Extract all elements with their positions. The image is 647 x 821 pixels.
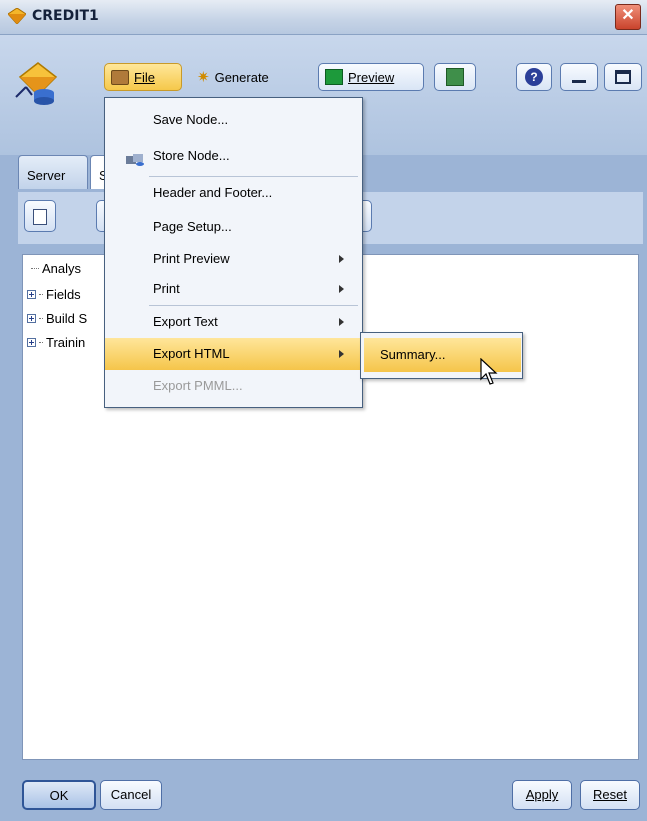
maximize-icon xyxy=(615,70,631,84)
window-title: CREDIT1 xyxy=(32,8,99,24)
menu-item-label: Export PMML... xyxy=(153,378,243,393)
minimize-button[interactable] xyxy=(560,63,598,91)
tree-connector xyxy=(39,294,43,295)
menu-item-label: Header and Footer... xyxy=(153,185,273,200)
ok-button[interactable]: OK xyxy=(22,780,96,810)
menu-item-label: Page Setup... xyxy=(153,219,232,234)
tree-connector xyxy=(39,318,43,319)
menu-item-export-text[interactable]: Export Text xyxy=(105,306,362,338)
tab-server-label: Server xyxy=(27,168,66,183)
generate-menu-button[interactable]: ✷ Generate xyxy=(190,63,298,91)
model-node-icon xyxy=(15,62,58,105)
button-bar: OK Cancel Apply Reset xyxy=(0,770,647,821)
apply-button[interactable]: Apply xyxy=(512,780,572,810)
cancel-label: Cancel xyxy=(110,787,152,802)
tree-item-label: Build S xyxy=(46,311,88,326)
menu-item-store-node[interactable]: Store Node... xyxy=(105,140,362,172)
app-diamond-icon xyxy=(8,8,26,24)
close-icon: ✕ xyxy=(621,7,635,24)
menu-item-label: Save Node... xyxy=(153,112,229,127)
tree-item-label: Fields xyxy=(46,287,81,302)
maximize-button[interactable] xyxy=(604,63,642,91)
annotations-button[interactable] xyxy=(434,63,476,91)
submenu-arrow-icon xyxy=(339,350,344,358)
menu-item-label: Export HTML xyxy=(153,346,230,361)
annotations-icon xyxy=(446,68,464,86)
menu-item-label: Store Node... xyxy=(153,148,230,163)
reset-button[interactable]: Reset xyxy=(580,780,640,810)
menu-item-label: Summary... xyxy=(380,347,446,362)
menu-item-page-setup[interactable]: Page Setup... xyxy=(105,211,362,243)
title-bar: CREDIT1 ✕ xyxy=(0,0,647,35)
copy-icon xyxy=(33,208,47,225)
copy-button[interactable] xyxy=(24,200,56,232)
ok-label: OK xyxy=(49,788,69,803)
menu-item-export-pmml: Export PMML... xyxy=(105,370,362,402)
minimize-icon xyxy=(572,79,586,83)
submenu-arrow-icon xyxy=(339,318,344,326)
preview-button[interactable]: Preview xyxy=(318,63,424,91)
expand-plus-icon[interactable] xyxy=(27,290,36,299)
file-menu-label: File xyxy=(134,69,155,85)
expand-plus-icon[interactable] xyxy=(27,338,36,347)
menu-item-header-and-footer[interactable]: Header and Footer... xyxy=(105,177,362,209)
tree-connector xyxy=(31,268,39,269)
tree-item-training-summary[interactable]: Trainin xyxy=(27,335,85,350)
tree-connector xyxy=(39,342,43,343)
tab-server[interactable]: Server xyxy=(18,155,88,189)
menu-item-export-html[interactable]: Export HTML xyxy=(105,338,362,370)
expand-plus-icon[interactable] xyxy=(27,314,36,323)
reset-label: Reset xyxy=(593,787,627,802)
submenu-arrow-icon xyxy=(339,255,344,263)
tree-item-build-settings[interactable]: Build S xyxy=(27,311,87,326)
menu-item-print[interactable]: Print xyxy=(105,273,362,305)
menu-item-print-preview[interactable]: Print Preview xyxy=(105,243,362,275)
generate-sparkle-icon: ✷ xyxy=(197,69,210,86)
close-button[interactable]: ✕ xyxy=(615,4,641,30)
menu-item-label: Export Text xyxy=(153,314,218,329)
submenu-arrow-icon xyxy=(339,285,344,293)
preview-label: Preview xyxy=(348,69,395,85)
generate-menu-label: Generate xyxy=(214,69,269,85)
help-icon: ? xyxy=(525,68,543,86)
tree-item-label: Analys xyxy=(42,261,82,276)
tree-item-label: Trainin xyxy=(46,335,86,350)
briefcase-icon xyxy=(111,69,129,85)
tree-item-analysis[interactable]: Analys xyxy=(27,261,81,276)
cancel-button[interactable]: Cancel xyxy=(100,780,162,810)
preview-icon xyxy=(325,69,343,85)
store-node-icon xyxy=(125,148,145,166)
tree-item-fields[interactable]: Fields xyxy=(27,287,81,302)
menu-item-label: Print xyxy=(153,281,180,296)
menu-item-label: Print Preview xyxy=(153,251,230,266)
file-menu: Save Node... Store Node... Header and Fo… xyxy=(104,97,363,408)
help-button[interactable]: ? xyxy=(516,63,552,91)
apply-label: Apply xyxy=(525,787,559,802)
mouse-pointer-icon xyxy=(480,358,498,385)
menu-item-save-node[interactable]: Save Node... xyxy=(105,104,362,136)
file-menu-button[interactable]: File xyxy=(104,63,182,91)
